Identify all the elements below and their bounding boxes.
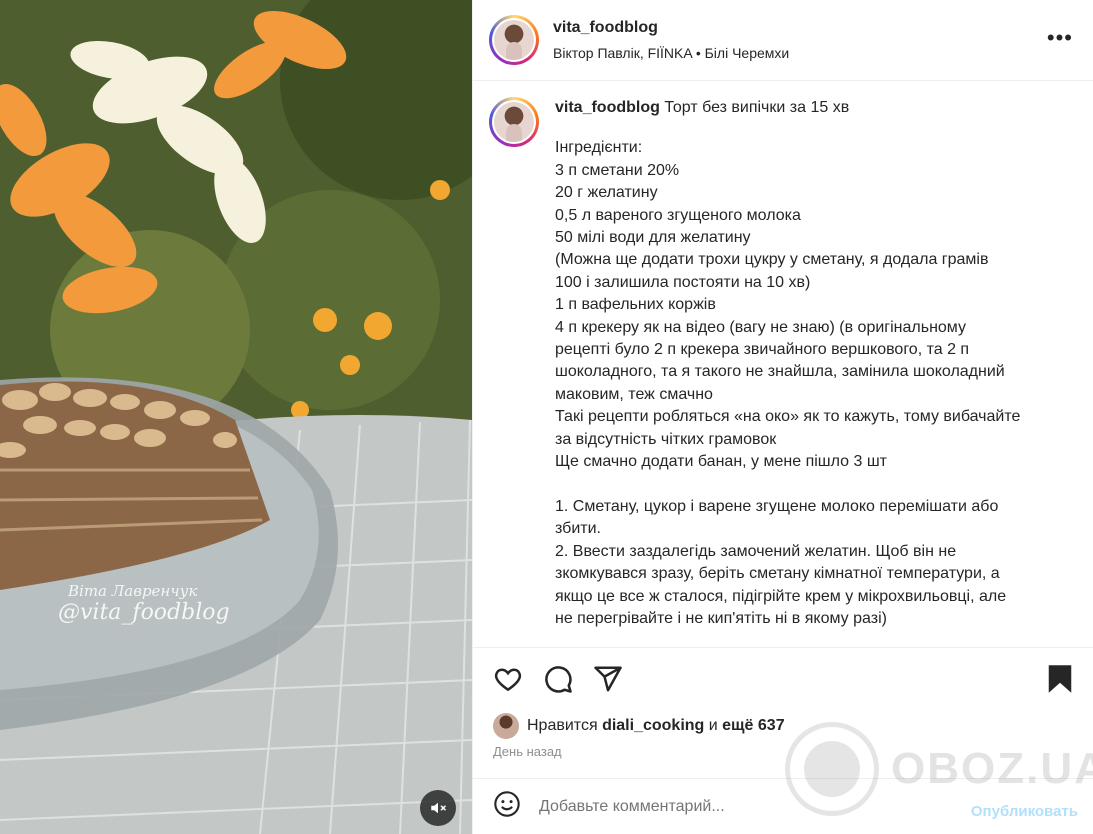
caption-line: 3 п сметани 20% xyxy=(555,161,680,179)
action-bar xyxy=(473,647,1093,713)
caption-line: Інгредієнти: xyxy=(555,139,643,157)
watermark-handle: @vita_foodblog xyxy=(58,600,230,625)
caption-line: 2. Ввести заздалегідь замочений желатин.… xyxy=(555,542,957,560)
video-frame xyxy=(0,0,472,834)
likes-conj: и xyxy=(708,717,718,734)
caption-author-avatar[interactable] xyxy=(489,97,539,147)
mute-button[interactable] xyxy=(420,790,456,826)
caption-line: якщо це все ж сталося, підігрійте крем у… xyxy=(555,587,1007,605)
caption-scroll-area[interactable]: vita_foodblog Торт без випічки за 15 хв … xyxy=(473,81,1093,647)
avatar-image xyxy=(494,102,534,142)
comment-input[interactable] xyxy=(539,797,919,816)
bookmark-icon xyxy=(1048,665,1072,693)
watermark-author-name: Віта Лавренчук xyxy=(68,582,198,600)
likes-count-link[interactable]: ещё 637 xyxy=(722,717,784,735)
caption-username[interactable]: vita_foodblog xyxy=(555,99,660,116)
caption-line: 1 п вафельних коржів xyxy=(555,296,716,314)
caption-line: Такі рецепти робляться «на око» як то ка… xyxy=(555,408,1021,426)
author-avatar[interactable] xyxy=(489,15,539,65)
caption-line xyxy=(555,474,1020,496)
caption-line: 50 мілі води для желатину xyxy=(555,229,751,247)
like-button[interactable] xyxy=(493,664,523,699)
publish-button[interactable]: Опубликовать xyxy=(971,803,1078,820)
caption-line: збити. xyxy=(555,520,601,538)
caption-line: маковим, теж смачно xyxy=(555,385,713,403)
caption: vita_foodblog Торт без випічки за 15 хв … xyxy=(555,97,1020,647)
comment-button[interactable] xyxy=(543,664,573,699)
caption-line: за відсутність чітких грамовок xyxy=(555,430,777,448)
caption-line: (Можна ще додати трохи цукру у сметану, … xyxy=(555,251,989,269)
caption-line: не перегрівайте і не кип'ятіть ні в яком… xyxy=(555,609,887,627)
share-button[interactable] xyxy=(593,664,623,699)
smiley-icon xyxy=(494,791,520,817)
post-side-panel: vita_foodblog Віктор Павлік, FIÏNKA • Бі… xyxy=(472,0,1093,834)
likes-prefix: Нравится xyxy=(527,717,598,734)
caption-line: 1. Сметану, цукор і варене згущене молок… xyxy=(555,497,999,515)
caption-line: Ще смачно додати банан, у мене пішло 3 ш… xyxy=(555,453,887,471)
caption-line: 0,5 л вареного згущеного молока xyxy=(555,206,801,224)
caption-line: 20 г желатину xyxy=(555,184,658,202)
paper-plane-icon xyxy=(594,666,622,692)
avatar-image xyxy=(494,20,534,60)
comment-bubble-icon xyxy=(545,666,572,693)
more-horizontal-icon: ••• xyxy=(1046,25,1073,50)
likes-summary: Нравится diali_cooking и ещё 637 xyxy=(493,713,785,739)
more-options-button[interactable]: ••• xyxy=(1046,25,1073,50)
speaker-muted-icon xyxy=(431,802,447,814)
save-button[interactable] xyxy=(1046,664,1074,699)
author-username[interactable]: vita_foodblog xyxy=(553,19,789,37)
caption-title: Торт без випічки за 15 хв xyxy=(664,99,850,116)
post-timestamp[interactable]: День назад xyxy=(493,744,562,759)
caption-line: 4 п крекеру як на відео (вагу не знаю) (… xyxy=(555,318,966,336)
caption-text: Інгредієнти: 3 п сметани 20% 20 г желатину… xyxy=(555,137,1020,630)
comment-composer: Опубликовать xyxy=(473,778,1093,834)
liker-username[interactable]: diali_cooking xyxy=(602,717,704,735)
audio-attribution[interactable]: Віктор Павлік, FIÏNKA • Білі Черемхи xyxy=(553,45,789,61)
caption-line: шоколадного, та я такого не знайшла, зам… xyxy=(555,363,1005,381)
emoji-button[interactable] xyxy=(493,790,521,823)
post-media[interactable]: Віта Лавренчук @vita_foodblog xyxy=(0,0,472,834)
liker-avatar[interactable] xyxy=(493,713,519,739)
caption-line: рецепті було 2 п крекера звичайного верш… xyxy=(555,341,970,359)
heart-icon xyxy=(494,668,522,692)
post-header: vita_foodblog Віктор Павлік, FIÏNKA • Бі… xyxy=(473,0,1093,81)
caption-line: зкомкувався зразу, беріть сметану кімнат… xyxy=(555,565,1000,583)
caption-line: 100 і залишила постояти на 10 хв) xyxy=(555,273,811,291)
